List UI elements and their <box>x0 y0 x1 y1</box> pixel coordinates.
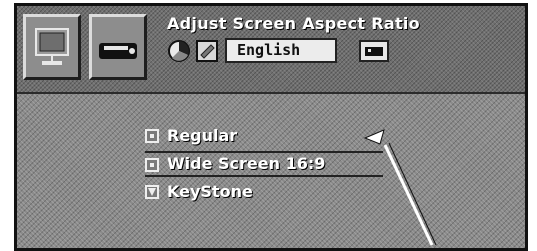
checkbox-icon[interactable] <box>145 158 159 172</box>
checkbox-icon[interactable] <box>145 129 159 143</box>
remote-icon[interactable] <box>359 40 389 62</box>
screen-tile[interactable] <box>89 14 147 80</box>
keystone-icon[interactable] <box>145 185 159 199</box>
note-icon[interactable] <box>195 39 219 63</box>
picture-tile[interactable] <box>23 14 81 80</box>
aspect-ratio-menu: Regular Wide Screen 16:9 KeyStone <box>145 124 383 207</box>
menu-item-label: Regular <box>167 126 238 145</box>
monitor-icon <box>35 28 69 65</box>
menu-item-wide-screen[interactable]: Wide Screen 16:9 <box>145 151 383 177</box>
menu-item-regular[interactable]: Regular <box>145 124 365 148</box>
osd-screen: Adjust Screen Aspect Ratio English Regul… <box>14 3 528 251</box>
osd-header: Adjust Screen Aspect Ratio English <box>17 6 525 94</box>
menu-item-keystone[interactable]: KeyStone <box>145 180 365 204</box>
menu-item-label: KeyStone <box>167 182 253 201</box>
language-field[interactable]: English <box>225 38 337 63</box>
page-title: Adjust Screen Aspect Ratio <box>167 14 420 33</box>
menu-item-label: Wide Screen 16:9 <box>167 154 326 173</box>
color-wheel-icon[interactable] <box>167 39 191 63</box>
projector-icon <box>99 43 137 59</box>
